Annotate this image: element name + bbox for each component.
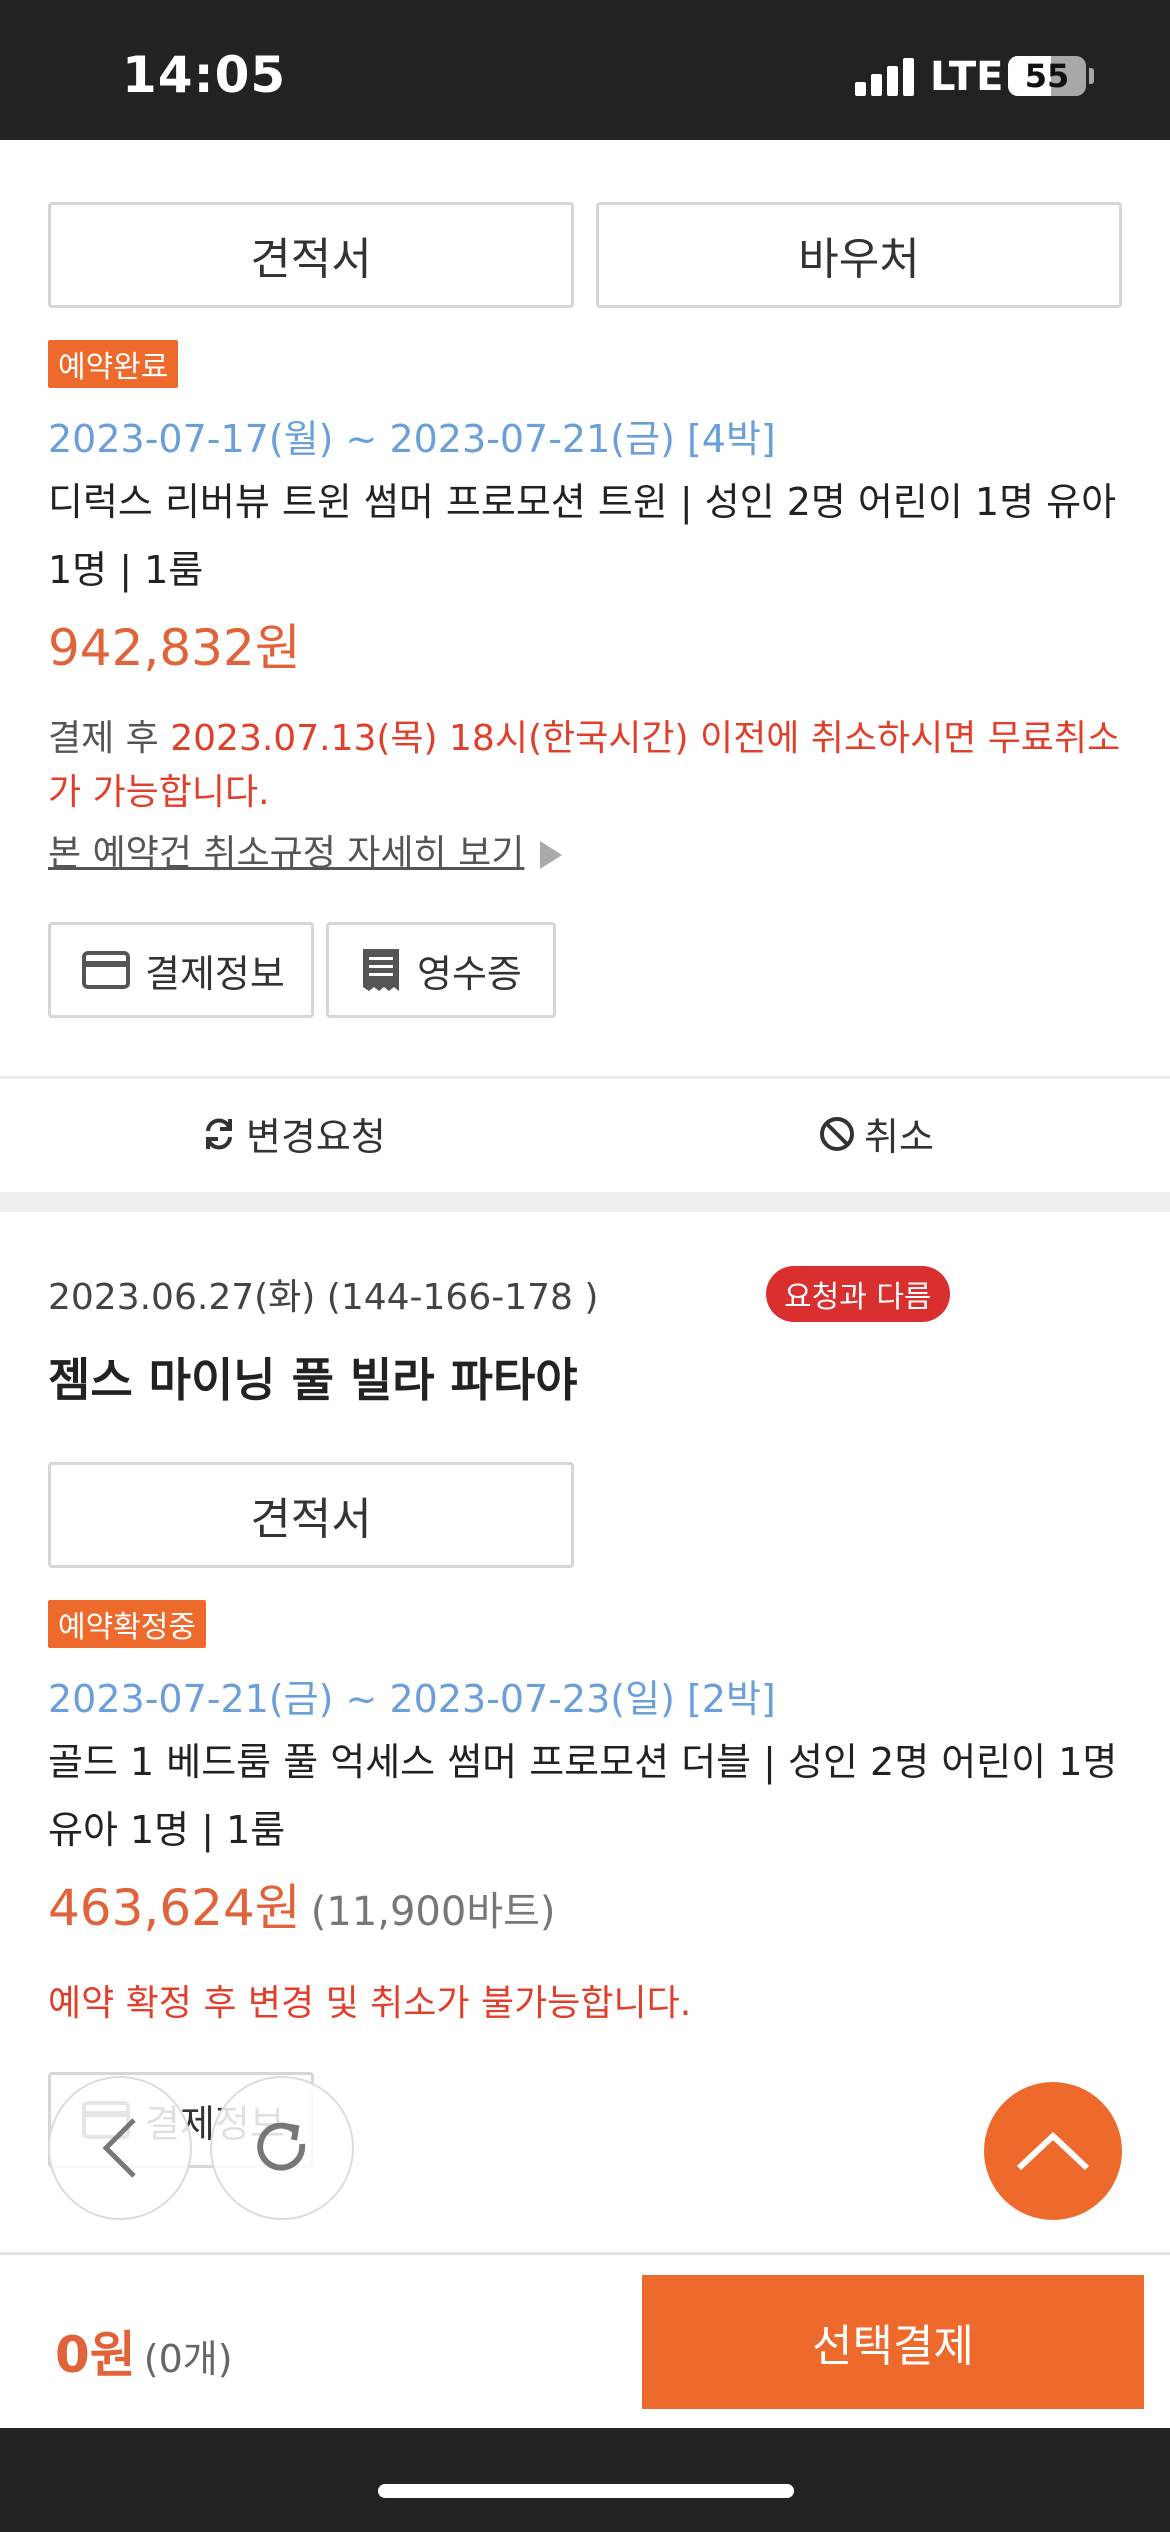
room-description: 디럭스 리버뷰 트윈 썸머 프로모션 트윈 | 성인 2명 어린이 1명 유아 … bbox=[48, 480, 1117, 592]
room-description: 골드 1 베드룸 풀 억세스 썸머 프로모션 더블 | 성인 2명 어린이 1명… bbox=[48, 1740, 1118, 1852]
quote-button[interactable]: 견적서 bbox=[48, 1462, 574, 1568]
receipt-icon bbox=[363, 949, 399, 991]
checkout-bar: 0원 (0개) 선택결제 bbox=[0, 2252, 1170, 2428]
card-icon bbox=[82, 951, 130, 989]
reload-button[interactable] bbox=[210, 2076, 354, 2220]
signal-icon bbox=[855, 56, 915, 96]
play-arrow-icon bbox=[540, 841, 563, 869]
reload-icon bbox=[257, 2122, 306, 2171]
receipt-button[interactable]: 영수증 bbox=[326, 922, 556, 1018]
request-mismatch-badge: 요청과 다름 bbox=[766, 1266, 950, 1322]
home-indicator-area bbox=[0, 2428, 1170, 2532]
change-request-label: 변경요청 bbox=[246, 1115, 386, 1159]
payment-info-label: 결제정보 bbox=[145, 951, 285, 996]
selected-total: 0원 (0개) bbox=[55, 2315, 233, 2387]
cancellation-notice: 결제 후 2023.07.13(목) 18시(한국시간) 이전에 취소하시면 무… bbox=[48, 712, 1128, 820]
price: 942,832원 bbox=[48, 619, 301, 677]
policy-link-label: 본 예약건 취소규정 자세히 보기 bbox=[48, 833, 525, 874]
cancellation-policy-link[interactable]: 본 예약건 취소규정 자세히 보기 bbox=[48, 824, 563, 876]
price: 463,624원 (11,900바트) bbox=[48, 1868, 556, 1940]
block-icon bbox=[820, 1116, 854, 1151]
status-badge: 예약확정중 bbox=[48, 1600, 206, 1648]
booking-date: 2023.06.27(화) (144-166-178 ) bbox=[48, 1277, 599, 1318]
back-button[interactable] bbox=[48, 2076, 192, 2220]
quote-button[interactable]: 견적서 bbox=[48, 202, 574, 308]
pay-selected-button[interactable]: 선택결제 bbox=[642, 2275, 1144, 2409]
price-local-currency: (11,900바트) bbox=[310, 1889, 556, 1935]
back-arrow-icon bbox=[102, 2118, 136, 2178]
hotel-name: 젬스 마이닝 풀 빌라 파타야 bbox=[48, 1353, 578, 1407]
cancel-label: 취소 bbox=[864, 1115, 934, 1159]
payment-info-button[interactable]: 결제정보 bbox=[48, 922, 314, 1018]
receipt-label: 영수증 bbox=[417, 951, 522, 996]
change-request-button[interactable]: 변경요청 bbox=[200, 1106, 386, 1161]
selected-count: (0개) bbox=[143, 2337, 233, 2381]
cancel-button[interactable]: 취소 bbox=[818, 1106, 934, 1161]
network-label: LTE bbox=[930, 54, 1004, 100]
battery-tip bbox=[1089, 68, 1094, 84]
status-badge: 예약완료 bbox=[48, 340, 179, 388]
notice-highlight: 2023.07.13(목) 18시(한국시간) 이전에 취소하시면 무료취소가 … bbox=[48, 718, 1121, 813]
section-separator bbox=[0, 1192, 1170, 1212]
scroll-top-button[interactable] bbox=[984, 2082, 1122, 2220]
status-time: 14:05 bbox=[122, 46, 287, 104]
notice-prefix: 결제 후 bbox=[48, 718, 171, 759]
home-indicator[interactable] bbox=[378, 2484, 794, 2498]
voucher-button[interactable]: 바우처 bbox=[596, 202, 1122, 308]
battery-level: 55 bbox=[1024, 57, 1070, 95]
price-value: 463,624원 bbox=[48, 1879, 301, 1937]
stay-dates: 2023-07-21(금) ~ 2023-07-23(일) [2박] bbox=[48, 1677, 776, 1721]
reservation-list[interactable]: 견적서 바우처 예약완료 2023-07-17(월) ~ 2023-07-21(… bbox=[0, 140, 1170, 2252]
chevron-up-icon bbox=[1016, 2131, 1090, 2171]
total-amount: 0원 bbox=[55, 2326, 136, 2384]
stay-dates: 2023-07-17(월) ~ 2023-07-21(금) [4박] bbox=[48, 417, 776, 461]
divider bbox=[0, 1076, 1170, 1079]
refresh-icon bbox=[206, 1118, 232, 1149]
non-refundable-notice: 예약 확정 후 변경 및 취소가 불가능합니다. bbox=[48, 1983, 692, 2024]
status-bar: 14:05 LTE 55 bbox=[0, 0, 1170, 140]
battery-icon: 55 bbox=[1008, 56, 1086, 96]
